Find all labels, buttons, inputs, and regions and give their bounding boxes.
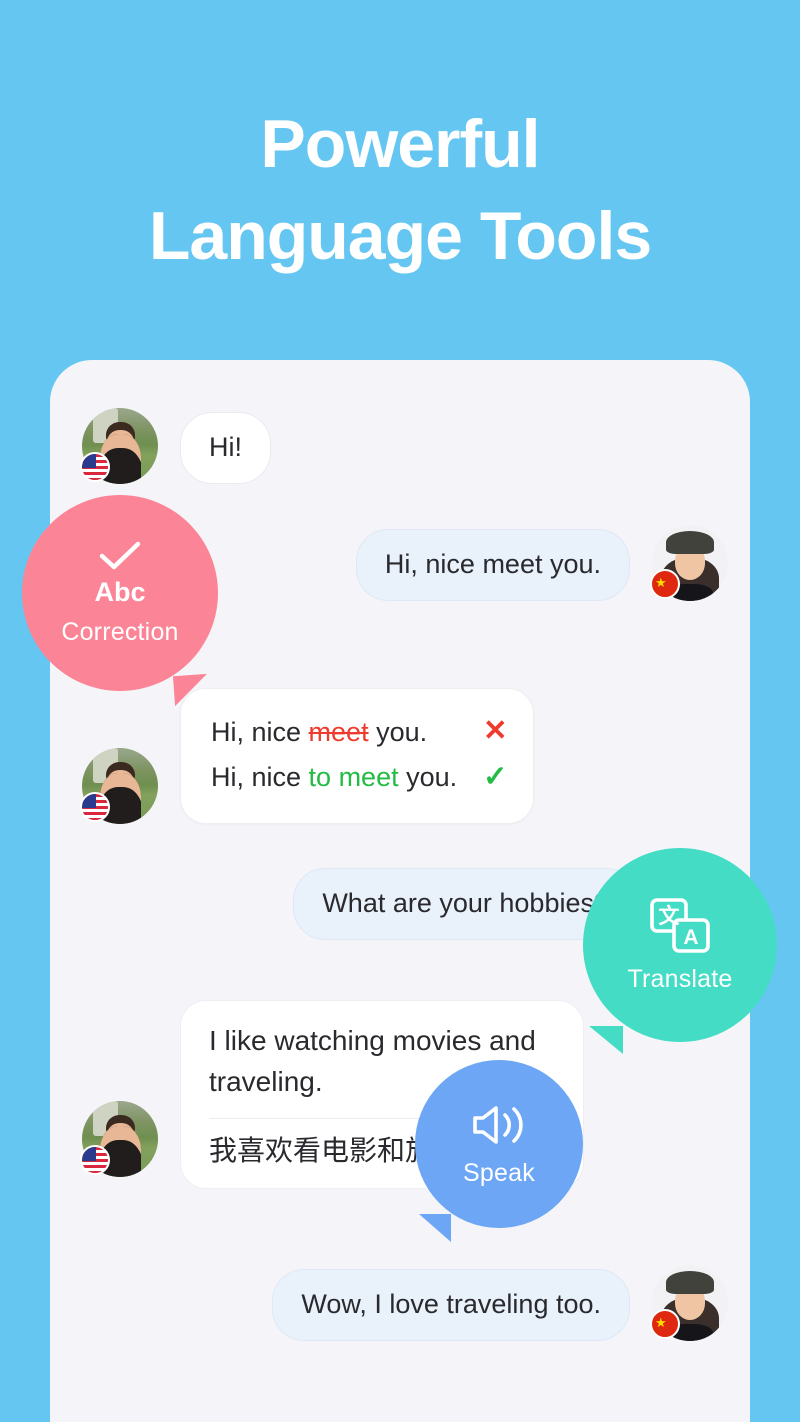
avatar-female[interactable] [650,525,728,601]
chat-row-correction: Hi, nice meet you. ✕ Hi, nice to meet yo… [80,688,535,824]
correction-fixed-prefix: Hi, nice [211,762,309,793]
message-bubble[interactable]: Wow, I love traveling too. [272,1269,630,1341]
correction-card[interactable]: Hi, nice meet you. ✕ Hi, nice to meet yo… [180,688,535,824]
avatar-male[interactable] [80,408,158,484]
error-mark-icon: ✕ [483,715,508,747]
headline-line-2: Language Tools [148,198,652,275]
chat-row-hi: Hi! [80,408,271,484]
bubble-tail [589,1026,623,1054]
translate-icon: 文 A [649,897,711,955]
feature-sub-label: Abc [94,577,146,607]
avatar-male[interactable] [80,1100,158,1177]
correction-original-error: meet [308,716,369,747]
svg-text:文: 文 [659,904,681,928]
feature-badge-correction[interactable]: Abc Correction [22,495,218,707]
speaker-icon [469,1101,529,1149]
success-mark-icon: ✓ [483,760,508,793]
bubble-tail [172,673,210,707]
correction-original-prefix: Hi, nice [211,716,309,747]
bubble-tail [419,1214,451,1242]
correction-fixed-suffix: you. [398,762,458,793]
feature-label: Correction [61,618,179,646]
page-title: Powerful Language Tools [0,98,800,283]
feature-badge-speak[interactable]: Speak [415,1060,583,1242]
feature-label: Translate [627,964,733,993]
avatar-female[interactable] [650,1265,728,1341]
us-flag-icon [80,452,110,482]
chat-row-wow: Wow, I love traveling too. [272,1265,728,1341]
svg-text:A: A [683,926,698,949]
cn-flag-icon [650,569,680,599]
us-flag-icon [80,791,110,822]
check-icon [97,539,143,573]
feature-label: Speak [463,1158,535,1187]
correction-fixed-insert: to meet [308,762,399,793]
correction-fixed-line: Hi, nice to meet you. ✓ [211,755,507,801]
cn-flag-icon [650,1309,680,1339]
message-bubble[interactable]: Hi! [180,412,271,484]
correction-original-suffix: you. [368,716,428,747]
chat-row-nice-meet: Hi, nice meet you. [355,525,728,601]
message-bubble[interactable]: Hi, nice meet you. [355,529,630,601]
us-flag-icon [80,1144,110,1175]
correction-original-line: Hi, nice meet you. ✕ [211,709,507,755]
headline-line-1: Powerful [260,106,540,182]
avatar-male[interactable] [80,747,158,824]
feature-badge-translate[interactable]: 文 A Translate [583,848,777,1054]
